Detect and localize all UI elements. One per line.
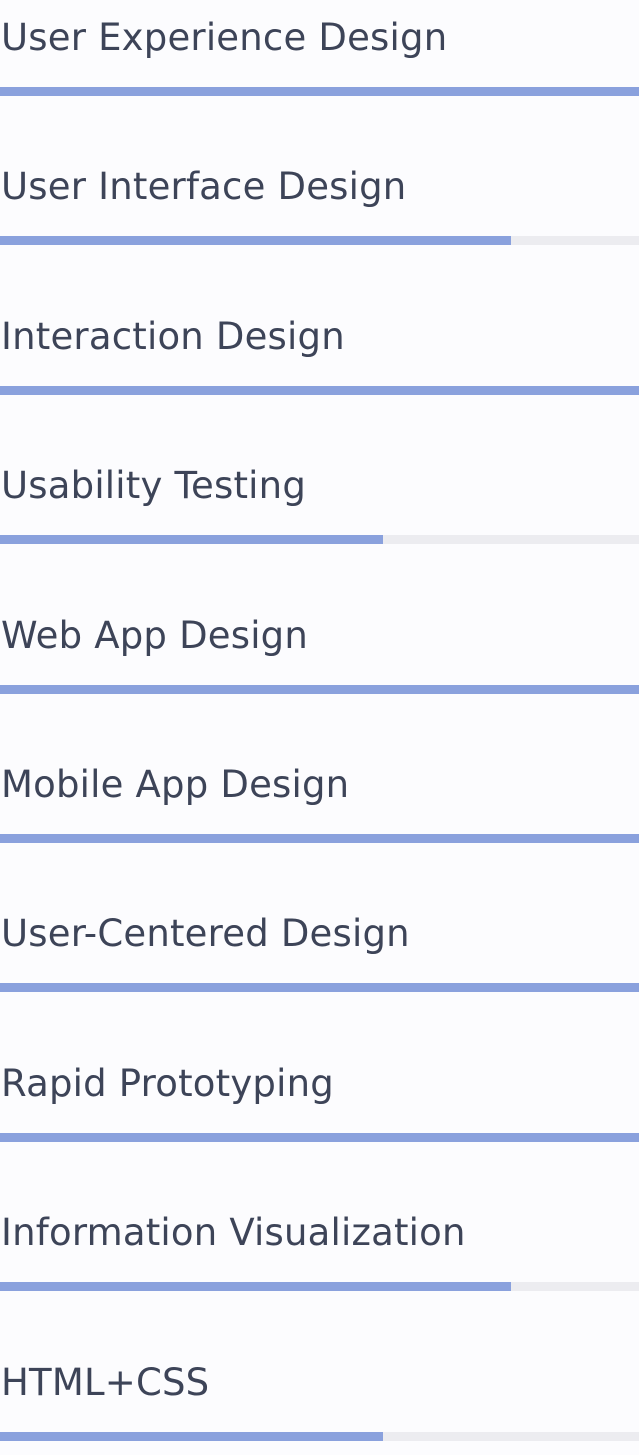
skill-item-html-css: HTML+CSS <box>0 1345 639 1455</box>
skill-item-web-app-design: Web App Design <box>0 598 639 708</box>
skill-label: Rapid Prototyping <box>1 1061 334 1105</box>
skill-label: Interaction Design <box>1 314 345 358</box>
skill-item-user-experience-design: User Experience Design <box>0 0 639 110</box>
skill-progress-fill <box>0 983 639 993</box>
skill-label: User Interface Design <box>1 165 407 209</box>
skill-progress-track <box>0 1282 639 1292</box>
skill-progress-fill <box>0 236 511 246</box>
skill-progress-fill <box>0 87 639 96</box>
skill-item-user-interface-design: User Interface Design <box>0 149 639 259</box>
skill-item-usability-testing: Usability Testing <box>0 448 639 558</box>
skill-progress-track <box>0 834 639 843</box>
skill-progress-fill <box>0 684 639 694</box>
skill-progress-fill <box>0 1282 511 1292</box>
skill-label: User Experience Design <box>1 16 448 59</box>
skill-item-mobile-app-design: Mobile App Design <box>0 747 639 857</box>
skill-label: Usability Testing <box>1 464 307 508</box>
skill-label: HTML+CSS <box>1 1360 210 1404</box>
skill-progress-fill <box>0 535 383 545</box>
skill-item-user-centered-design: User-Centered Design <box>0 896 639 1006</box>
skill-progress-track <box>0 1132 639 1142</box>
skill-progress-fill <box>0 834 639 843</box>
skill-progress-fill <box>0 385 639 395</box>
skill-progress-track <box>0 236 639 246</box>
skill-item-rapid-prototyping: Rapid Prototyping <box>0 1046 639 1156</box>
skill-label: Web App Design <box>1 613 309 657</box>
skill-progress-fill <box>0 1132 639 1142</box>
skill-label: User-Centered Design <box>1 912 410 956</box>
skill-item-information-visualization: Information Visualization <box>0 1195 639 1305</box>
skills-list: User Experience Design User Interface De… <box>0 0 639 1444</box>
skill-progress-track <box>0 684 639 694</box>
skill-label: Information Visualization <box>1 1211 466 1255</box>
skill-progress-track <box>0 1431 639 1441</box>
skill-item-interaction-design: Interaction Design <box>0 299 639 409</box>
skill-label: Mobile App Design <box>1 763 350 806</box>
skill-progress-track <box>0 535 639 545</box>
skill-progress-track <box>0 385 639 395</box>
skill-progress-track <box>0 983 639 993</box>
skill-progress-fill <box>0 1431 383 1441</box>
skill-progress-track <box>0 87 639 96</box>
